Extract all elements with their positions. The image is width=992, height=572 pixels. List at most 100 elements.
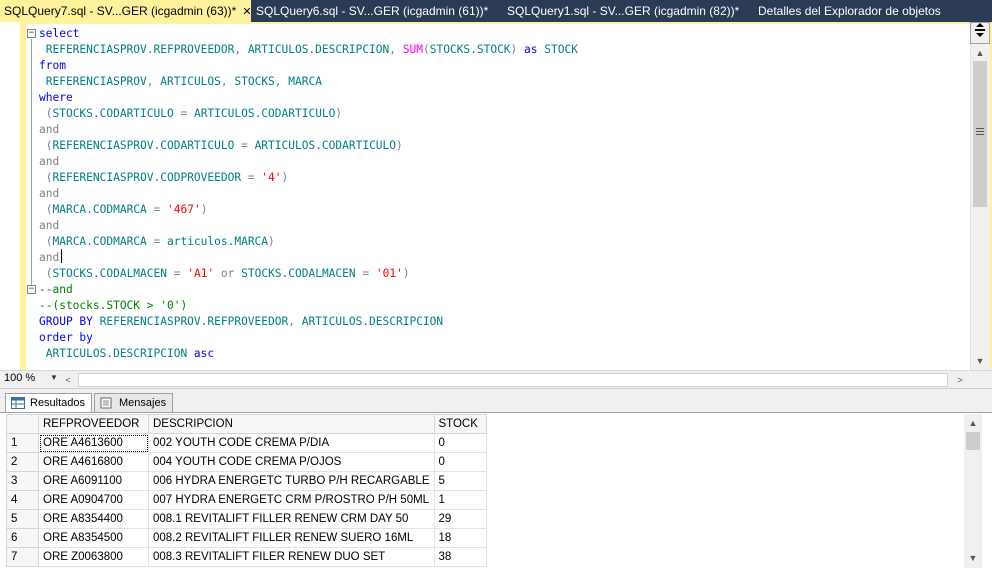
tab-sqlquery6[interactable]: SQLQuery6.sql - SV...GER (icgadmin (61))… [252,0,502,22]
table-row[interactable]: 6 ORE A8354500 008.2 REVITALIFT FILLER R… [6,528,487,548]
code-line[interactable]: order by [39,330,578,346]
cell-refproveedor[interactable]: ORE A4613600 [38,433,149,453]
code-token: ) [268,235,275,248]
table-row[interactable]: 3 ORE A6091100 006 HYDRA ENERGETC TURBO … [6,471,487,491]
code-token: where [39,91,73,104]
column-header-descripcion[interactable]: DESCRIPCION [148,414,435,434]
code-token: MARCA.CODMARCA [52,203,147,216]
code-line[interactable]: (MARCA.CODMARCA = articulos.MARCA) [39,234,578,250]
code-line[interactable]: select [39,26,578,42]
tab-label: Detalles del Explorador de objetos [758,4,941,18]
editor-horizontal-scrollbar[interactable]: < > [60,372,970,388]
code-line[interactable]: and [39,250,578,266]
cell-stock[interactable]: 38 [433,547,487,567]
code-line[interactable]: and [39,186,578,202]
table-row[interactable]: 7 ORE Z0063800 008.3 REVITALIFT FILER RE… [6,547,487,567]
cell-descripcion[interactable]: 004 YOUTH CODE CREMA P/OJOS [148,452,435,472]
column-header-stock[interactable]: STOCK [433,414,487,434]
chevron-down-icon[interactable]: ▼ [50,373,58,382]
grid-scroll-thumb[interactable] [966,432,980,450]
column-header-refproveedor[interactable]: REFPROVEEDOR [38,414,149,434]
code-line[interactable]: and [39,154,578,170]
code-line[interactable]: REFERENCIASPROV.REFPROVEEDOR, ARTICULOS.… [39,42,578,58]
scroll-up-icon[interactable]: ▲ [965,415,981,431]
code-line[interactable]: (REFERENCIASPROV.CODARTICULO = ARTICULOS… [39,138,578,154]
cell-descripcion[interactable]: 002 YOUTH CODE CREMA P/DIA [148,433,435,453]
code-token: , [274,75,289,88]
cell-stock[interactable]: 1 [433,490,487,510]
code-line[interactable]: and [39,218,578,234]
results-grid[interactable]: REFPROVEEDOR DESCRIPCION STOCK 1 ORE A46… [6,414,964,568]
code-token: ( [39,267,53,280]
code-line[interactable]: REFERENCIASPROV, ARTICULOS, STOCKS, MARC… [39,74,578,90]
collapse-icon[interactable]: − [27,29,36,38]
row-number[interactable]: 2 [6,452,39,472]
cell-stock[interactable]: 18 [433,528,487,548]
row-number[interactable]: 7 [6,547,39,567]
scroll-right-icon[interactable]: > [952,372,968,388]
code-token: REFERENCIASPROV.REFPROVEEDOR [92,315,289,328]
code-line[interactable]: where [39,90,578,106]
code-token: --(stocks.STOCK > '0') [39,299,188,312]
code-token: STOCK [537,43,578,56]
close-icon[interactable]: ✕ [242,1,251,23]
table-row[interactable]: 2 ORE A4616800 004 YOUTH CODE CREMA P/OJ… [6,452,487,472]
scroll-left-icon[interactable]: < [60,372,76,388]
code-token: REFERENCIASPROV.CODARTICULO [52,139,235,152]
cell-descripcion[interactable]: 007 HYDRA ENERGETC CRM P/ROSTRO P/H 50ML [148,490,435,510]
cell-refproveedor[interactable]: ORE A0904700 [38,490,149,510]
code-token: ) [510,43,525,56]
cell-stock[interactable]: 0 [433,433,487,453]
cell-refproveedor[interactable]: ORE A6091100 [38,471,149,491]
code-line[interactable]: --(stocks.STOCK > '0') [39,298,578,314]
code-line[interactable]: GROUP BY REFERENCIASPROV.REFPROVEEDOR, A… [39,314,578,330]
scroll-up-icon[interactable]: ▲ [972,45,988,61]
split-icon[interactable] [970,22,990,44]
cell-descripcion[interactable]: 008.3 REVITALIFT FILER RENEW DUO SET [148,547,435,567]
code-token: from [39,59,66,72]
tab-object-explorer-details[interactable]: Detalles del Explorador de objetos [754,0,990,22]
cell-refproveedor[interactable]: ORE Z0063800 [38,547,149,567]
row-number[interactable]: 4 [6,490,39,510]
tab-sqlquery1[interactable]: SQLQuery1.sql - SV...GER (icgadmin (82))… [503,0,753,22]
table-row[interactable]: 4 ORE A0904700 007 HYDRA ENERGETC CRM P/… [6,490,487,510]
code-line[interactable]: (MARCA.CODMARCA = '467') [39,202,578,218]
tab-mensajes[interactable]: Mensajes [94,393,174,413]
code-line[interactable]: from [39,58,578,74]
row-number[interactable]: 3 [6,471,39,491]
cell-descripcion[interactable]: 008.1 REVITALIFT FILLER RENEW CRM DAY 50 [148,509,435,529]
cell-stock[interactable]: 29 [433,509,487,529]
code-line[interactable]: (STOCKS.CODARTICULO = ARTICULOS.CODARTIC… [39,106,578,122]
table-row[interactable]: 5 ORE A8354400 008.1 REVITALIFT FILLER R… [6,509,487,529]
cell-stock[interactable]: 5 [433,471,487,491]
scroll-down-icon[interactable]: ▼ [972,353,988,369]
code-token: --and [39,283,73,296]
row-number[interactable]: 1 [6,433,39,453]
row-number[interactable]: 6 [6,528,39,548]
cell-descripcion[interactable]: 006 HYDRA ENERGETC TURBO P/H RECARGABLE [148,471,435,491]
scroll-down-icon[interactable]: ▼ [965,550,981,566]
zoom-level[interactable]: 100 % [4,372,35,384]
row-number-header[interactable] [6,414,39,434]
code-line[interactable]: --and [39,282,578,298]
tab-sqlquery7[interactable]: SQLQuery7.sql - SV...GER (icgadmin (63))… [0,0,252,23]
cell-refproveedor[interactable]: ORE A4616800 [38,452,149,472]
cell-refproveedor[interactable]: ORE A8354500 [38,528,149,548]
collapse-icon[interactable]: − [27,285,36,294]
code-token: , [220,75,235,88]
horizontal-scroll-thumb[interactable] [78,373,948,387]
code-line[interactable]: (STOCKS.CODALMACEN = 'A1' or STOCKS.CODA… [39,266,578,282]
code-token: ( [422,43,430,56]
cell-descripcion[interactable]: 008.2 REVITALIFT FILLER RENEW SUERO 16ML [148,528,435,548]
cell-stock[interactable]: 0 [433,452,487,472]
sql-code[interactable]: select REFERENCIASPROV.REFPROVEEDOR, ART… [39,26,578,362]
tab-resultados[interactable]: Resultados [5,393,93,414]
code-line[interactable]: and [39,122,578,138]
table-row[interactable]: 1 ORE A4613600 002 YOUTH CODE CREMA P/DI… [6,433,487,453]
row-number[interactable]: 5 [6,509,39,529]
code-line[interactable]: (REFERENCIASPROV.CODPROVEEDOR = '4') [39,170,578,186]
text-caret [61,249,62,263]
cell-refproveedor[interactable]: ORE A8354400 [38,509,149,529]
code-line[interactable]: ARTICULOS.DESCRIPCION asc [39,346,578,362]
code-token: ARTICULOS.CODARTICULO [193,107,336,120]
